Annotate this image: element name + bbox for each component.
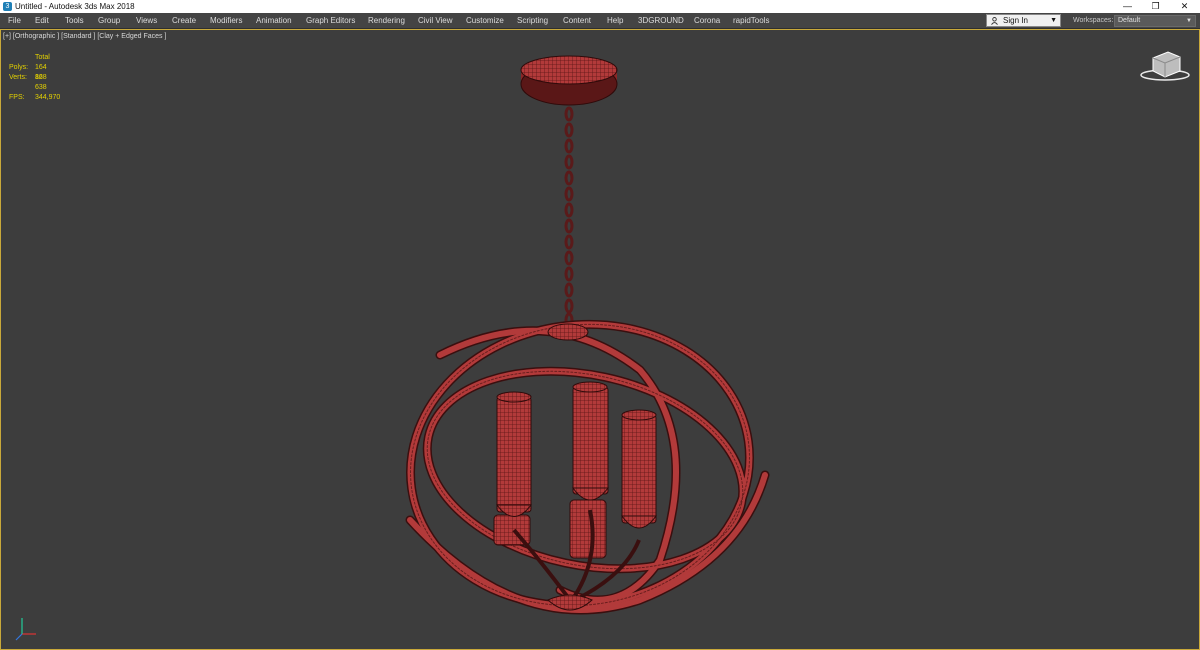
viewcube-icon[interactable] [1140,51,1190,81]
axis-tripod-icon [15,618,36,641]
verts-label: Verts: [9,74,27,81]
scene-view [15,51,1190,641]
stats-total-label: Total [35,54,50,61]
viewport-label[interactable]: [+] [Orthographic ] [Standard ] [Clay + … [3,32,166,42]
verts-value: 82 638 [35,74,47,91]
fps-value: 344,970 [35,94,61,101]
chandelier-model[interactable] [392,55,770,627]
polys-label: Polys: [9,64,29,71]
fps-label: FPS: [9,94,25,101]
